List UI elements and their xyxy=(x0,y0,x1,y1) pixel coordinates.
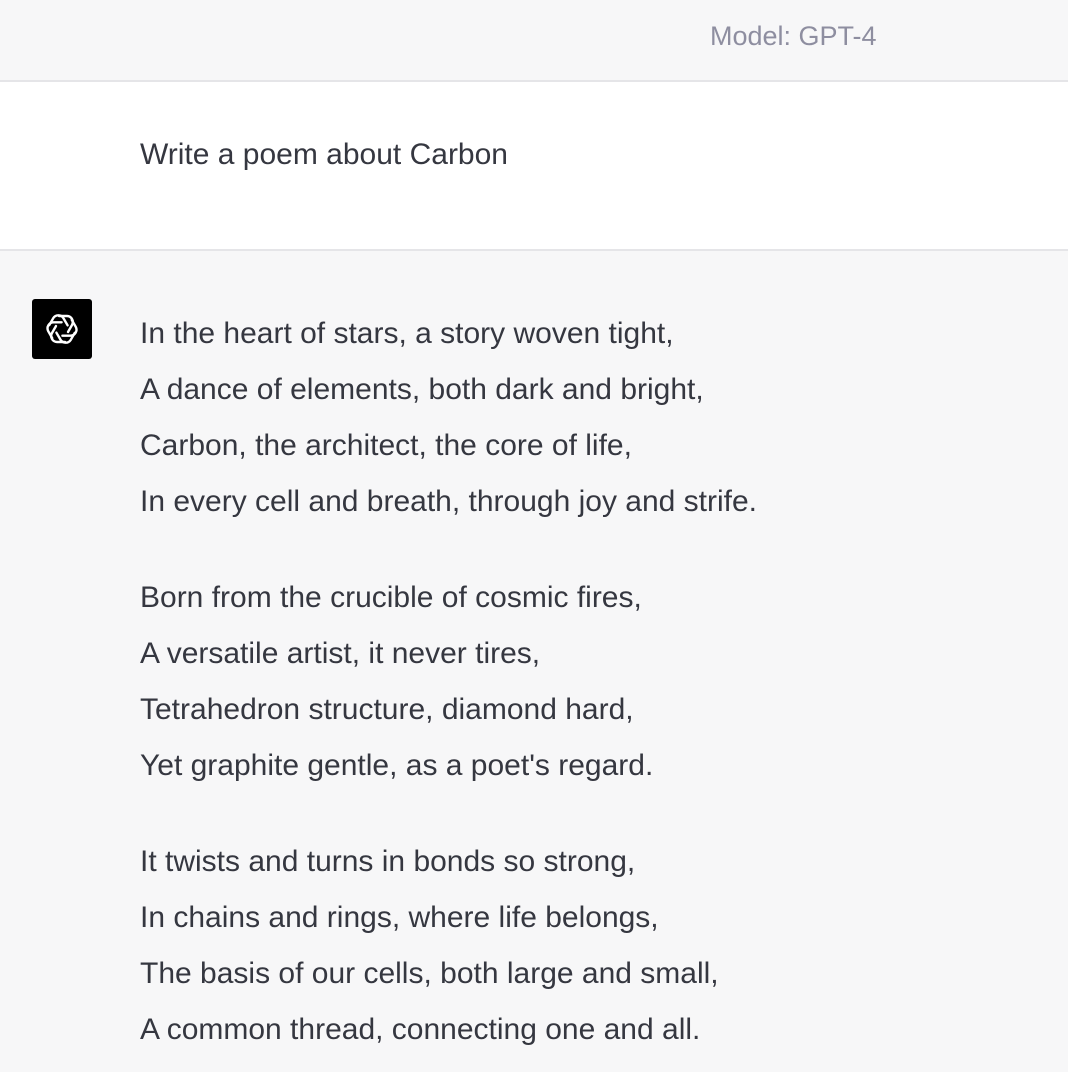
poem-line: In every cell and breath, through joy an… xyxy=(140,485,758,518)
openai-logo-icon xyxy=(32,299,92,359)
model-label: Model: GPT-4 xyxy=(710,21,877,51)
poem-line: In chains and rings, where life belongs, xyxy=(140,901,659,934)
user-message: Write a poem about Carbon xyxy=(0,82,1068,251)
model-bar: Model: GPT-4 xyxy=(0,0,1068,82)
poem-line: Born from the crucible of cosmic fires, xyxy=(140,581,642,614)
poem-line: A common thread, connecting one and all. xyxy=(140,1013,701,1046)
poem-line: Tetrahedron structure, diamond hard, xyxy=(140,693,634,726)
chat-page: Model: GPT-4 Write a poem about Carbon I… xyxy=(0,0,1068,1072)
poem-line: It twists and turns in bonds so strong, xyxy=(140,845,636,878)
poem-line: In the heart of stars, a story woven tig… xyxy=(140,317,674,350)
poem-line: A versatile artist, it never tires, xyxy=(140,637,541,670)
assistant-message-text: In the heart of stars, a story woven tig… xyxy=(140,306,757,1072)
poem-stanza: Born from the crucible of cosmic fires, … xyxy=(140,570,757,794)
poem-line: The basis of our cells, both large and s… xyxy=(140,957,719,990)
assistant-message: In the heart of stars, a story woven tig… xyxy=(0,251,1068,1072)
user-message-text: Write a poem about Carbon xyxy=(140,138,508,171)
poem-line: A dance of elements, both dark and brigh… xyxy=(140,373,704,406)
poem-line: Yet graphite gentle, as a poet's regard. xyxy=(140,749,654,782)
poem-stanza: It twists and turns in bonds so strong, … xyxy=(140,834,757,1058)
poem-line: Carbon, the architect, the core of life, xyxy=(140,429,632,462)
poem-stanza: In the heart of stars, a story woven tig… xyxy=(140,306,757,530)
